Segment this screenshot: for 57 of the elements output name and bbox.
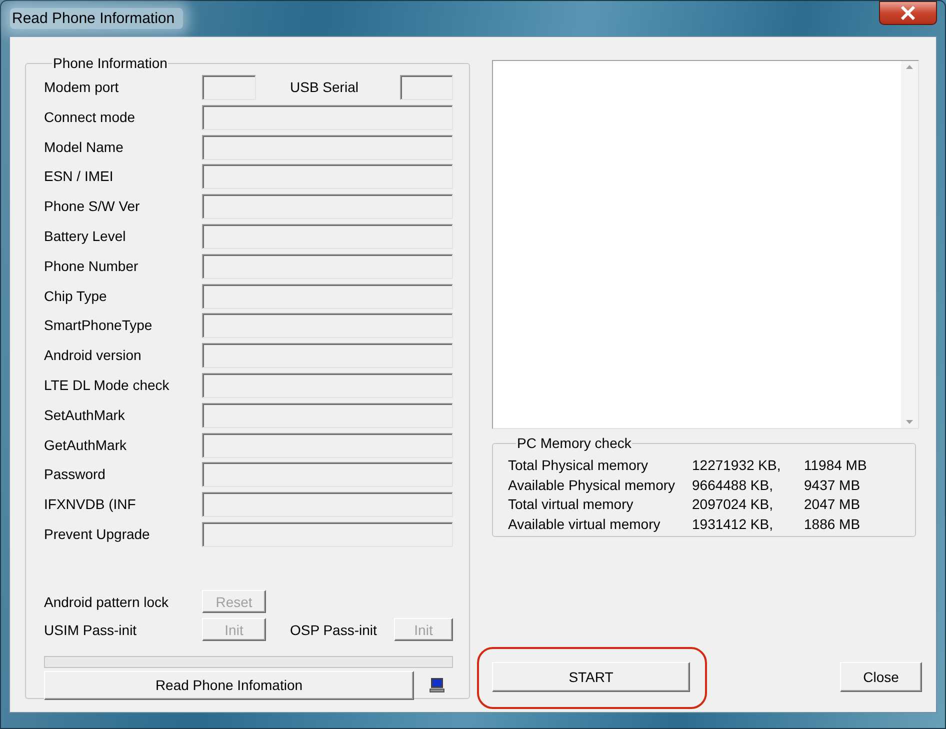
group-title: PC Memory check — [516, 435, 632, 451]
field-label: Phone Number — [44, 256, 140, 274]
input-field[interactable] — [202, 254, 453, 279]
read-button[interactable]: Read Phone Infomation — [44, 670, 414, 700]
field-label: Connect mode — [44, 108, 136, 125]
memory-mb: 9437 MB — [804, 476, 862, 494]
input-field[interactable] — [400, 75, 453, 100]
input-field[interactable] — [202, 492, 453, 518]
field-label: Chip Type — [44, 286, 108, 304]
input-field[interactable] — [202, 164, 453, 190]
start-button[interactable]: START — [492, 662, 690, 692]
memory-label: Available Physical memory — [508, 476, 676, 495]
window-title: Read Phone Information — [10, 8, 183, 29]
memory-kb: 2097024 KB, — [692, 496, 774, 514]
input-field[interactable] — [202, 313, 453, 338]
input-field[interactable] — [202, 134, 453, 160]
field-label: Android version — [44, 346, 142, 364]
memory-kb: 9664488 KB, — [692, 476, 774, 494]
group-title: Phone Information — [52, 55, 168, 71]
memory-kb: 1931412 KB, — [692, 516, 774, 534]
input-field[interactable] — [202, 522, 453, 547]
input-field[interactable] — [202, 462, 453, 488]
field-label: SmartPhoneType — [44, 316, 154, 334]
input-field[interactable] — [202, 75, 256, 100]
input-field[interactable] — [202, 284, 453, 309]
memory-kb: 12271932 KB, — [692, 457, 782, 475]
field-label: Modem port — [44, 78, 120, 95]
field-label: ESN / IMEI — [44, 167, 114, 184]
memory-label: Total virtual memory — [508, 496, 634, 514]
input-field[interactable] — [202, 104, 453, 130]
input-field[interactable] — [202, 372, 453, 398]
input-field[interactable] — [202, 402, 453, 428]
close-icon[interactable] — [879, 0, 937, 24]
input-field[interactable] — [202, 194, 453, 220]
field-label: Phone S/W Ver — [44, 197, 141, 214]
field-label: Model Name — [44, 138, 124, 155]
field-label: Android pattern lock — [44, 594, 170, 610]
field-label: IFXNVDB (INF — [44, 495, 137, 512]
field-label: Battery Level — [44, 226, 127, 244]
field-label: GetAuthMark — [44, 436, 128, 453]
field-label: Password — [44, 465, 106, 482]
input-field[interactable] — [202, 432, 453, 458]
input-field[interactable] — [202, 343, 453, 368]
field-label: USIM Pass-init — [44, 622, 138, 638]
field-label: Prevent Upgrade — [44, 524, 151, 542]
memory-mb: 1886 MB — [804, 516, 862, 534]
close-button[interactable]: Close — [840, 662, 922, 692]
field-label: USB Serial — [290, 78, 360, 95]
field-label: OSP Pass-init — [290, 622, 378, 638]
memory-label: Total Physical memory — [508, 457, 650, 475]
field-label: SetAuthMark — [44, 406, 126, 423]
computer-icon — [429, 677, 445, 694]
memory-mb: 2047 MB — [804, 496, 862, 514]
input-field[interactable] — [202, 224, 453, 249]
memory-label: Available virtual memory — [508, 516, 662, 534]
memory-mb: 11984 MB — [804, 457, 868, 475]
field-label: LTE DL Mode check — [44, 376, 170, 393]
